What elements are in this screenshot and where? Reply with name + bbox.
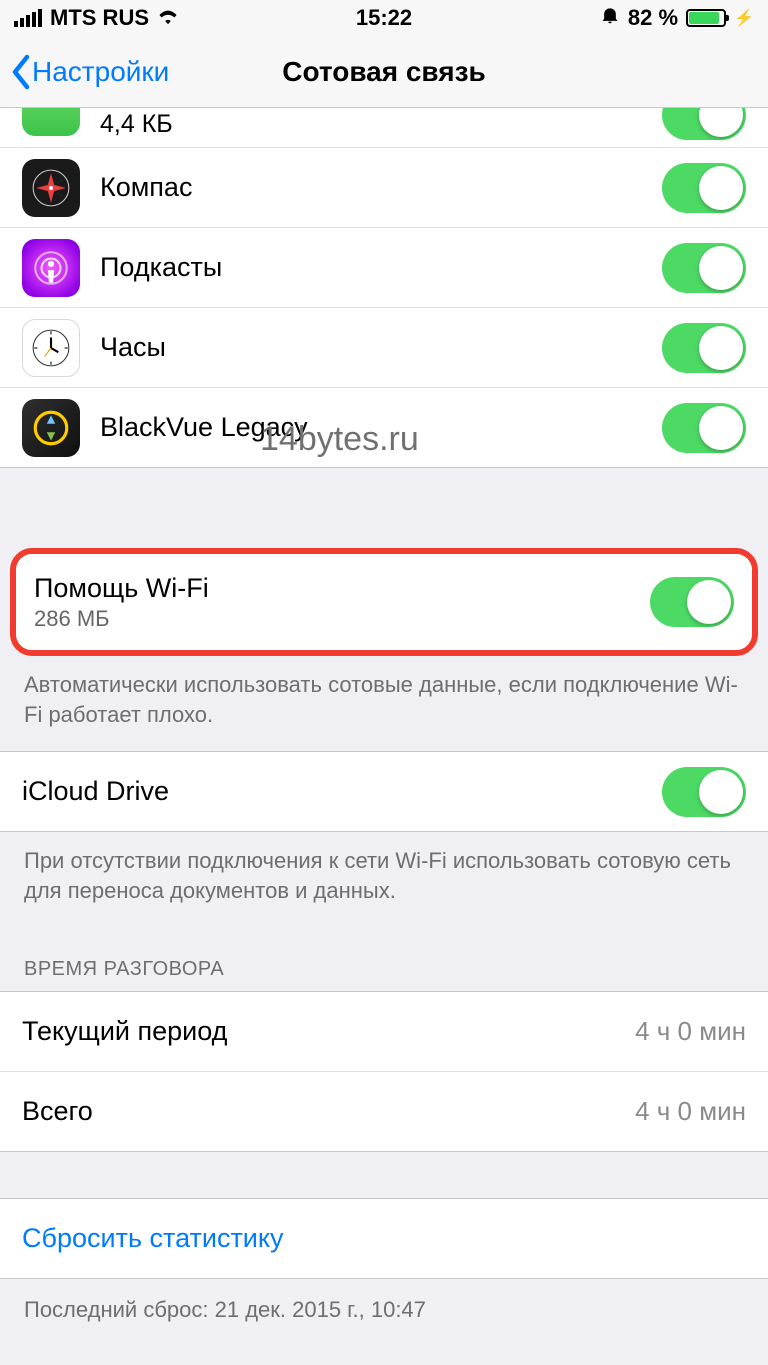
wifi-assist-footer: Автоматически использовать сотовые данны… (0, 656, 768, 751)
app-toggle[interactable] (662, 403, 746, 453)
call-time-total-value: 4 ч 0 мин (635, 1096, 746, 1127)
battery-icon (686, 9, 726, 27)
call-time-current-value: 4 ч 0 мин (635, 1016, 746, 1047)
wifi-assist-toggle[interactable] (650, 577, 734, 627)
page-title: Сотовая связь (282, 56, 486, 88)
signal-icon (14, 9, 42, 27)
app-row-blackvue[interactable]: BlackVue Legacy (0, 388, 768, 468)
icloud-drive-label: iCloud Drive (22, 776, 662, 807)
call-time-current-row: Текущий период 4 ч 0 мин (0, 992, 768, 1072)
app-label: Компас (100, 172, 662, 203)
app-toggle[interactable] (662, 108, 746, 140)
app-row-compass[interactable]: Компас (0, 148, 768, 228)
back-button[interactable]: Настройки (0, 54, 169, 90)
blackvue-icon (22, 399, 80, 457)
nav-bar: Настройки Сотовая связь (0, 36, 768, 108)
call-time-total-label: Всего (22, 1096, 635, 1127)
charging-icon: ⚡ (734, 8, 754, 28)
call-time-current-label: Текущий период (22, 1016, 635, 1047)
wifi-assist-usage: 286 МБ (34, 606, 650, 632)
wifi-icon (157, 5, 179, 31)
reset-statistics-label: Сбросить статистику (22, 1223, 746, 1254)
status-time: 15:22 (356, 5, 412, 31)
app-row-podcasts[interactable]: Подкасты (0, 228, 768, 308)
carrier-label: MTS RUS (50, 5, 149, 31)
back-label: Настройки (32, 56, 169, 88)
wifi-assist-row[interactable]: Помощь Wi-Fi 286 МБ (16, 554, 752, 650)
clock-icon (22, 319, 80, 377)
icloud-drive-row[interactable]: iCloud Drive (0, 752, 768, 832)
wifi-assist-label: Помощь Wi-Fi (34, 573, 650, 604)
app-icon (22, 108, 80, 136)
app-label: Подкасты (100, 252, 662, 283)
app-toggle[interactable] (662, 163, 746, 213)
icloud-footer: При отсутствии подключения к сети Wi-Fi … (0, 832, 768, 927)
alarm-icon (600, 5, 620, 31)
app-toggle[interactable] (662, 323, 746, 373)
app-list: Компас Подкасты Часы BlackVue Legacy (0, 148, 768, 468)
app-row-partial[interactable]: 4,4 КБ (0, 108, 768, 148)
app-row-clock[interactable]: Часы (0, 308, 768, 388)
status-bar: MTS RUS 15:22 82 % ⚡ (0, 0, 768, 36)
call-time-total-row: Всего 4 ч 0 мин (0, 1072, 768, 1152)
podcasts-icon (22, 239, 80, 297)
app-label: BlackVue Legacy (100, 412, 662, 443)
battery-pct: 82 % (628, 5, 678, 31)
compass-icon (22, 159, 80, 217)
highlight-box: Помощь Wi-Fi 286 МБ (10, 548, 758, 656)
app-usage-label: 4,4 КБ (100, 110, 662, 139)
last-reset-label: Последний сброс: 21 дек. 2015 г., 10:47 (0, 1279, 768, 1347)
app-toggle[interactable] (662, 243, 746, 293)
reset-statistics-row[interactable]: Сбросить статистику (0, 1199, 768, 1279)
call-time-header: ВРЕМЯ РАЗГОВОРА (0, 928, 768, 991)
app-label: Часы (100, 332, 662, 363)
chevron-left-icon (10, 54, 32, 90)
icloud-drive-toggle[interactable] (662, 767, 746, 817)
